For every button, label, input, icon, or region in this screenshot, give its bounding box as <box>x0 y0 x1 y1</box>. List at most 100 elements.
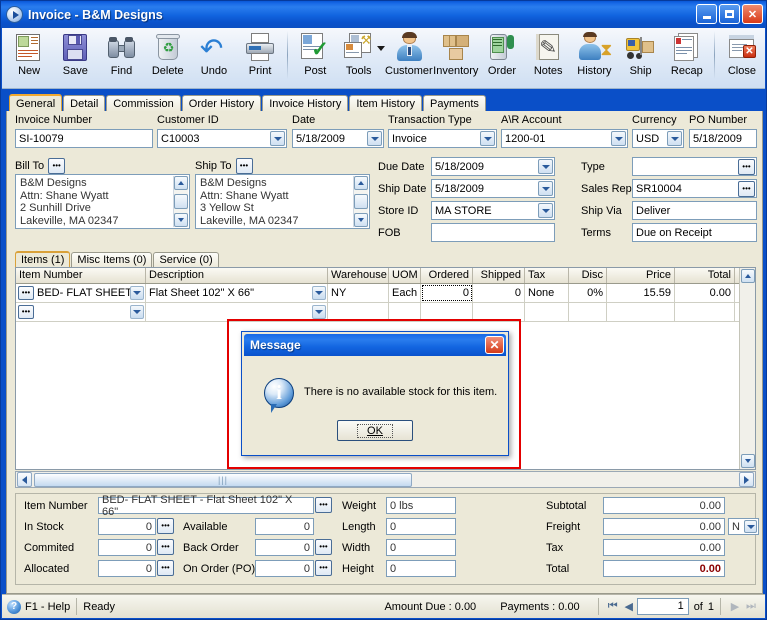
ship-to-scrollbar[interactable] <box>353 176 368 227</box>
type-input[interactable] <box>632 157 757 176</box>
scroll-up-icon[interactable] <box>740 269 755 283</box>
terms-input[interactable]: Due on Receipt <box>632 223 757 242</box>
cell-warehouse[interactable] <box>328 303 389 321</box>
ship-via-input[interactable]: Deliver <box>632 201 757 220</box>
fob-input[interactable] <box>431 223 555 242</box>
cell-description[interactable] <box>146 303 328 321</box>
scroll-down-icon[interactable] <box>174 213 188 227</box>
table-row[interactable]: ••• BED- FLAT SHEET Flat Sheet 102" X 66… <box>16 284 755 303</box>
allocated-input[interactable]: 0 <box>98 560 156 577</box>
ar-account-combo[interactable]: 1200-01 <box>501 129 628 148</box>
toolbar-inventory-button[interactable]: Inventory <box>433 28 479 86</box>
column-header-item-number[interactable]: Item Number <box>16 268 146 283</box>
toolbar-recap-button[interactable]: Recap <box>664 28 710 86</box>
nav-next-icon[interactable]: ▶ <box>727 599 743 615</box>
tab-misc-items[interactable]: Misc Items (0) <box>71 252 153 268</box>
detail-item-lookup-button[interactable] <box>315 497 332 513</box>
column-header-uom[interactable]: UOM <box>389 268 421 283</box>
cell-total[interactable] <box>675 303 735 321</box>
tab-item-history[interactable]: Item History <box>349 95 423 112</box>
chevron-down-icon[interactable] <box>538 203 553 218</box>
length-input[interactable]: 0 <box>386 518 456 535</box>
transaction-type-combo[interactable]: Invoice <box>388 129 497 148</box>
back-order-input[interactable]: 0 <box>255 539 314 556</box>
item-lookup-button[interactable]: ••• <box>18 286 34 300</box>
scroll-left-icon[interactable] <box>17 472 32 487</box>
sales-rep-input[interactable]: SR10004 <box>632 179 757 198</box>
tab-detail[interactable]: Detail <box>63 95 106 112</box>
cell-shipped[interactable]: 0 <box>473 284 525 302</box>
cell-price[interactable]: 15.59 <box>607 284 675 302</box>
tab-invoice-history[interactable]: Invoice History <box>262 95 349 112</box>
chevron-down-icon[interactable] <box>480 131 495 146</box>
scroll-up-icon[interactable] <box>354 176 368 190</box>
column-header-price[interactable]: Price <box>607 268 675 283</box>
cell-disc[interactable]: 0% <box>569 284 607 302</box>
cell-total[interactable]: 0.00 <box>675 284 735 302</box>
freight-input[interactable]: 0.00 <box>603 518 725 535</box>
column-header-warehouse[interactable]: Warehouse <box>328 268 389 283</box>
scroll-thumb[interactable] <box>354 194 368 209</box>
allocated-lookup-button[interactable] <box>157 560 174 576</box>
table-row[interactable]: ••• <box>16 303 755 322</box>
chevron-down-icon[interactable] <box>312 305 326 319</box>
column-header-tax[interactable]: Tax <box>525 268 569 283</box>
bill-to-address-box[interactable]: B&M Designs Attn: Shane Wyatt 2 Sunhill … <box>15 174 190 229</box>
chevron-down-icon[interactable] <box>312 286 326 300</box>
in-stock-lookup-button[interactable] <box>157 518 174 534</box>
weight-input[interactable]: 0 lbs <box>386 497 456 514</box>
toolbar-undo-button[interactable]: ↶ Undo <box>191 28 237 86</box>
type-lookup-button[interactable] <box>738 159 755 175</box>
grid-horizontal-scrollbar[interactable]: ||| <box>15 471 756 488</box>
bill-to-scrollbar[interactable] <box>173 176 188 227</box>
tab-service[interactable]: Service (0) <box>153 252 219 268</box>
nav-first-icon[interactable]: ⏮ <box>605 599 621 615</box>
chevron-down-icon[interactable] <box>130 286 144 300</box>
sales-rep-lookup-button[interactable] <box>738 181 755 197</box>
scroll-thumb[interactable] <box>174 194 188 209</box>
tools-dropdown-caret-icon[interactable] <box>377 46 385 51</box>
grid-vertical-scrollbar[interactable] <box>739 268 755 469</box>
scroll-up-icon[interactable] <box>174 176 188 190</box>
tab-order-history[interactable]: Order History <box>181 95 262 112</box>
committed-lookup-button[interactable] <box>157 539 174 555</box>
scroll-right-icon[interactable] <box>739 472 754 487</box>
column-header-total[interactable]: Total <box>675 268 735 283</box>
item-lookup-button[interactable]: ••• <box>18 305 34 319</box>
cell-shipped[interactable] <box>473 303 525 321</box>
dialog-close-button[interactable]: ✕ <box>485 336 504 354</box>
dialog-ok-button[interactable]: OK <box>337 420 413 441</box>
toolbar-save-button[interactable]: Save <box>52 28 98 86</box>
invoice-number-input[interactable]: SI-10079 <box>15 129 153 148</box>
freight-taxable-combo[interactable]: N <box>728 518 759 535</box>
cell-tax[interactable]: None <box>525 284 569 302</box>
chevron-down-icon[interactable] <box>270 131 285 146</box>
toolbar-find-button[interactable]: Find <box>98 28 144 86</box>
scroll-down-icon[interactable] <box>354 213 368 227</box>
in-stock-input[interactable]: 0 <box>98 518 156 535</box>
close-button[interactable]: ✕ <box>742 4 763 24</box>
cell-item-number[interactable]: ••• BED- FLAT SHEET <box>16 284 146 302</box>
minimize-button[interactable] <box>696 4 717 24</box>
column-header-description[interactable]: Description <box>146 268 328 283</box>
chevron-down-icon[interactable] <box>744 520 757 533</box>
nav-last-icon[interactable]: ⏭ <box>743 599 759 615</box>
chevron-down-icon[interactable] <box>130 305 144 319</box>
chevron-down-icon[interactable] <box>538 159 553 174</box>
toolbar-tools-button[interactable]: ⚒ Tools <box>338 28 379 86</box>
back-order-lookup-button[interactable] <box>315 539 332 555</box>
tab-items[interactable]: Items (1) <box>15 251 71 268</box>
toolbar-new-button[interactable]: New <box>6 28 52 86</box>
toolbar-order-button[interactable]: Order <box>479 28 525 86</box>
maximize-button[interactable] <box>719 4 740 24</box>
chevron-down-icon[interactable] <box>367 131 382 146</box>
bill-to-lookup-button[interactable] <box>48 158 66 174</box>
ship-date-combo[interactable]: 5/18/2009 <box>431 179 555 198</box>
available-input[interactable]: 0 <box>255 518 314 535</box>
chevron-down-icon[interactable] <box>611 131 626 146</box>
detail-item-number-input[interactable]: BED- FLAT SHEET - Flat Sheet 102" X 66" <box>98 494 314 518</box>
cell-uom[interactable] <box>389 303 421 321</box>
toolbar-history-button[interactable]: ⧗ History <box>571 28 617 86</box>
cell-item-number[interactable]: ••• <box>16 303 146 321</box>
column-header-ordered[interactable]: Ordered <box>421 268 473 283</box>
